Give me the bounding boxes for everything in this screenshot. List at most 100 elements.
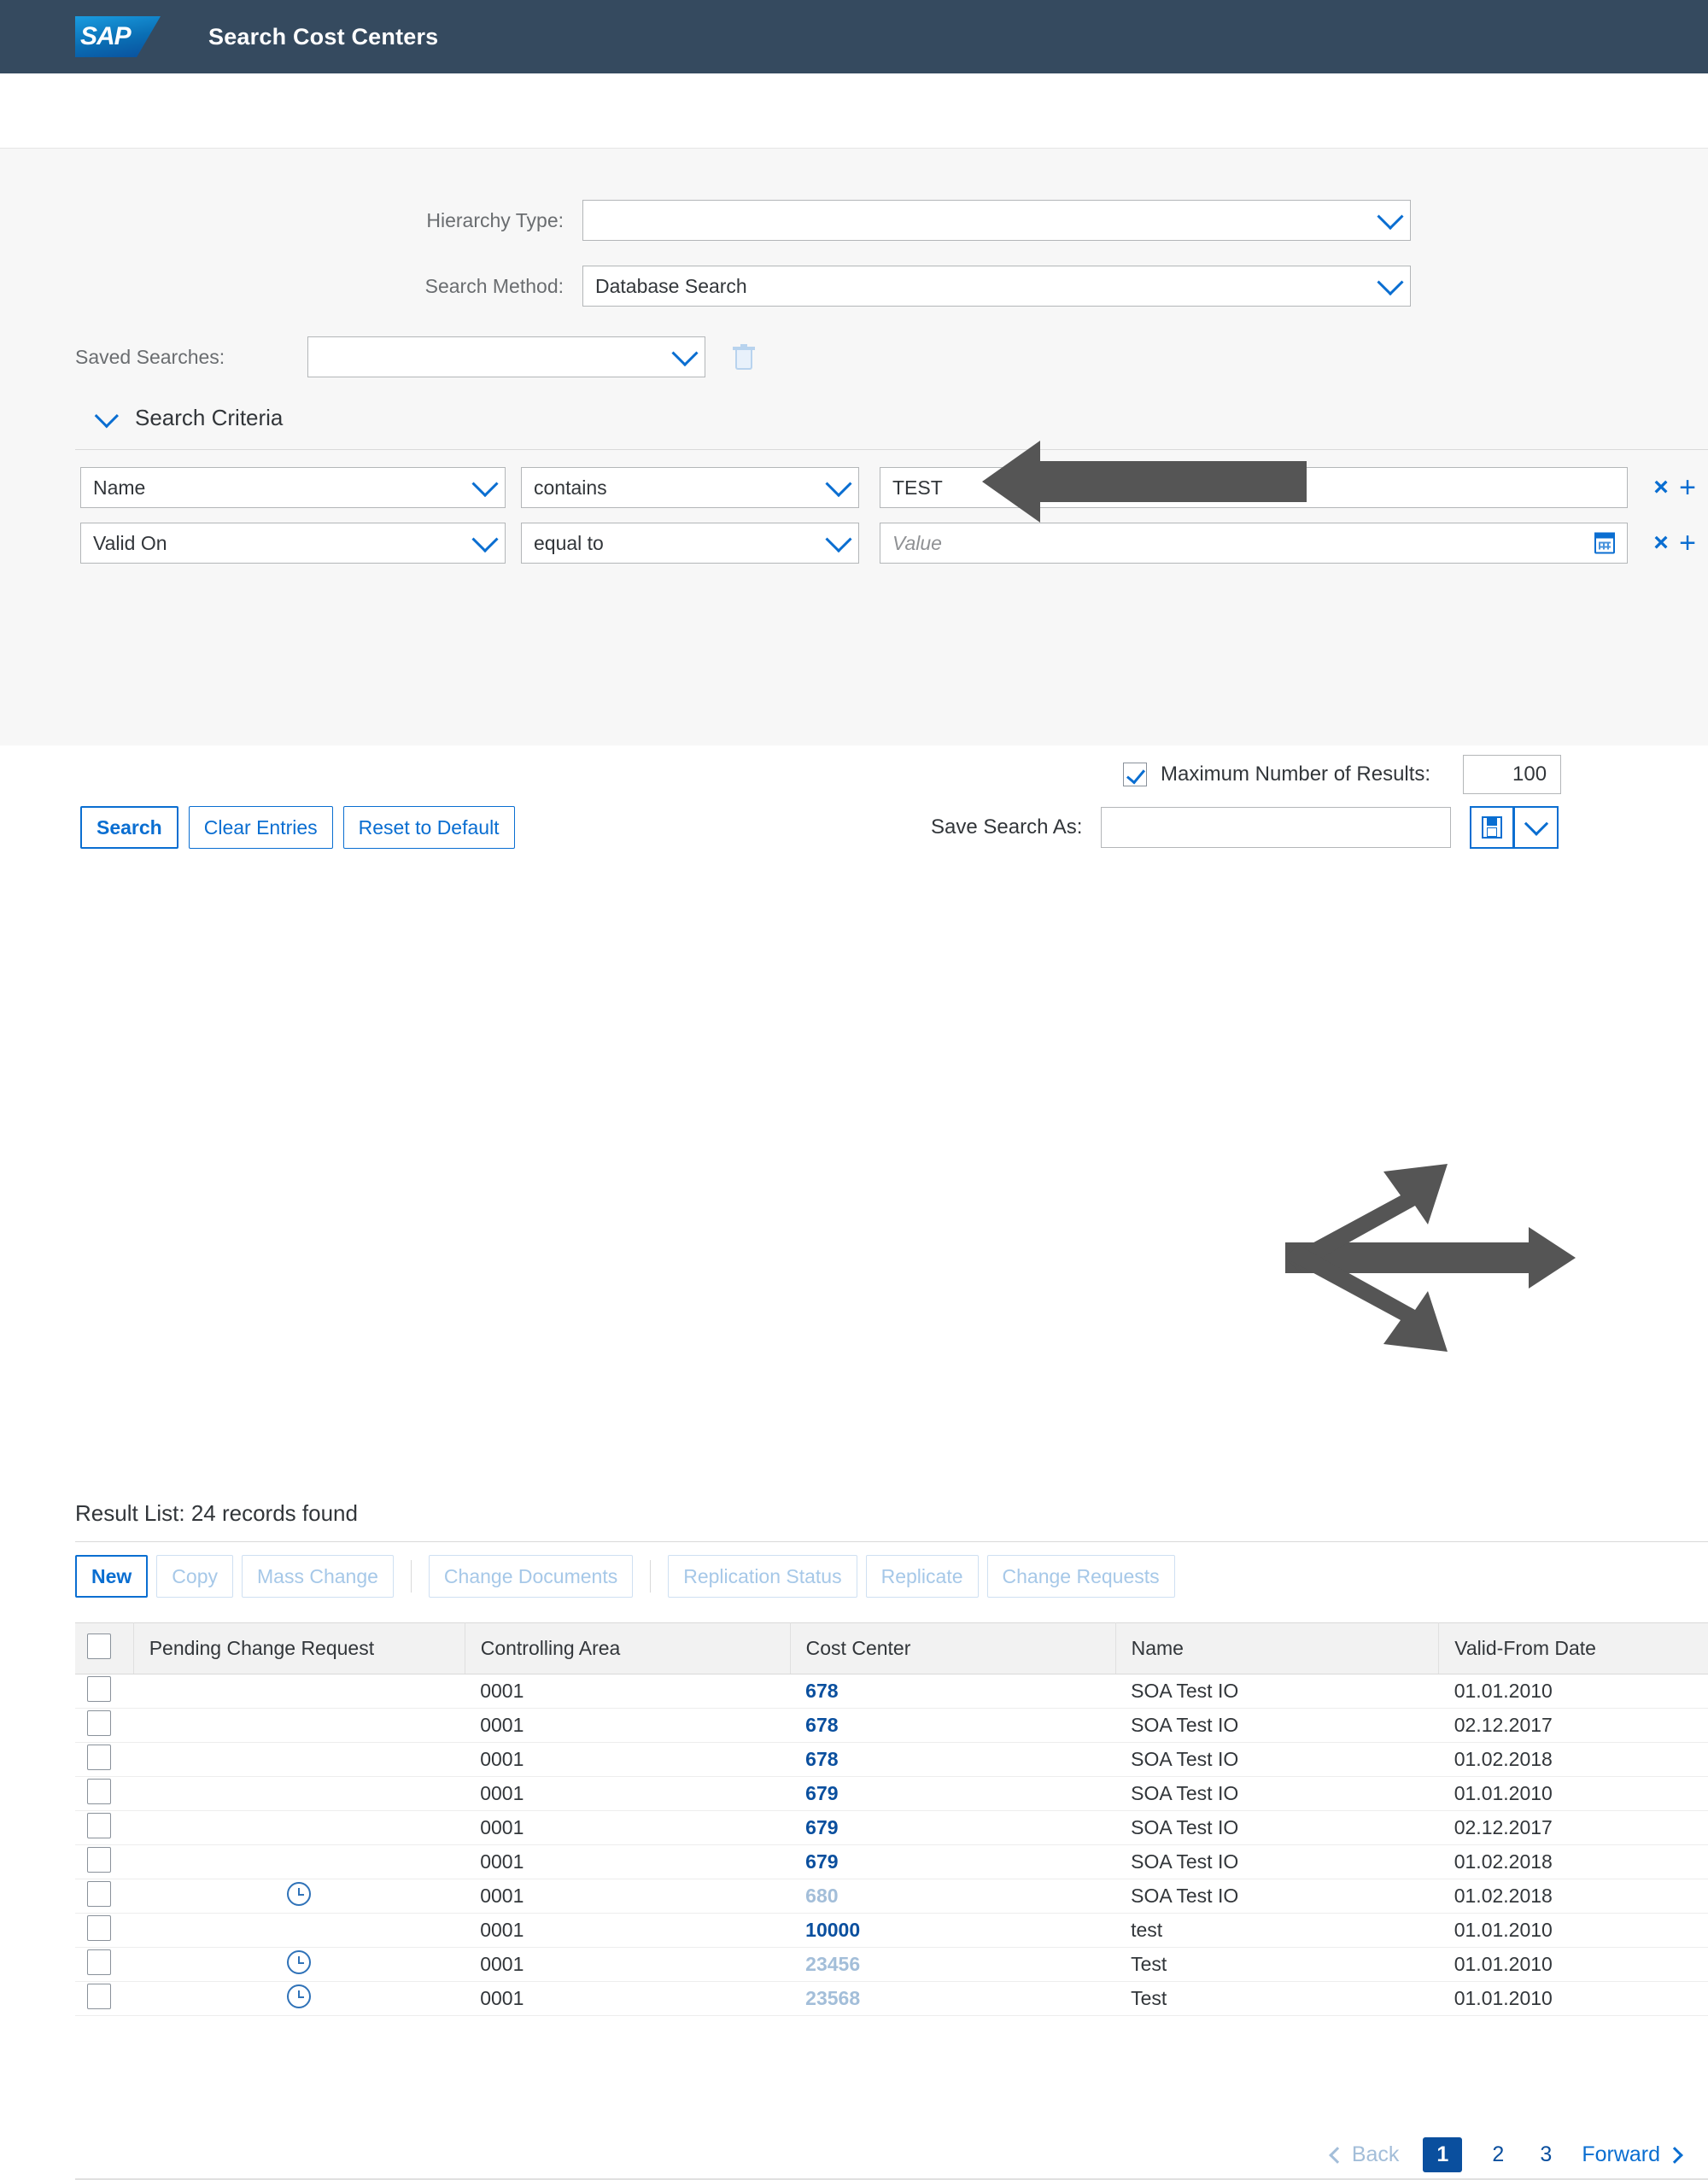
clear-entries-button[interactable]: Clear Entries <box>188 806 333 849</box>
pending-clock-icon[interactable] <box>287 1881 312 1906</box>
criteria-value-input-1[interactable]: TEST <box>880 467 1628 508</box>
table-row[interactable]: 0001 679 SOA Test IO 02.12.2017 <box>75 1810 1708 1845</box>
cost-center-link[interactable]: 678 <box>805 1680 838 1702</box>
cell-pending-change-request <box>133 1708 465 1743</box>
cell-valid-from-date: 01.01.2010 <box>1438 1674 1708 1709</box>
table-row[interactable]: 0001 678 SOA Test IO 02.12.2017 <box>75 1708 1708 1743</box>
annotation-arrow-result-rows <box>1285 1164 1576 1352</box>
copy-button[interactable]: Copy <box>156 1555 233 1598</box>
cell-cost-center[interactable]: 678 <box>790 1742 1116 1777</box>
row-checkbox[interactable] <box>87 1812 111 1838</box>
table-body: 0001 678 SOA Test IO 01.01.2010 0001 678 SOA T… <box>75 1674 1708 2016</box>
table-row[interactable]: 0001 680 SOA Test IO 01.02.2018 <box>75 1879 1708 1914</box>
search-criteria-toggle[interactable]: Search Criteria <box>94 403 283 431</box>
criteria-field-select-2[interactable]: Valid On <box>80 523 506 564</box>
table-row[interactable]: 0001 679 SOA Test IO 01.02.2018 <box>75 1844 1708 1879</box>
cell-cost-center[interactable]: 679 <box>790 1844 1116 1879</box>
pagination-page-1[interactable]: 1 <box>1423 2137 1463 2172</box>
pending-clock-icon[interactable] <box>287 1984 312 2008</box>
hierarchy-type-select[interactable] <box>582 200 1411 241</box>
add-criteria-button-2[interactable]: + <box>1674 529 1701 558</box>
pagination-page-2[interactable]: 2 <box>1486 2142 1510 2167</box>
search-method-select[interactable]: Database Search <box>582 266 1411 307</box>
criteria-operator-value-2: equal to <box>534 531 604 554</box>
column-header-pending-change-request[interactable]: Pending Change Request <box>133 1622 465 1674</box>
cost-center-link[interactable]: 10000 <box>805 1919 860 1941</box>
save-search-input[interactable] <box>1101 807 1452 848</box>
pagination-back-button[interactable]: Back <box>1328 2142 1400 2167</box>
result-list-title: Result List: 24 records found <box>75 1500 358 1526</box>
calendar-icon[interactable] <box>1594 532 1615 554</box>
cost-center-link[interactable]: 23568 <box>805 1987 860 2009</box>
remove-criteria-button-2[interactable]: × <box>1648 530 1674 556</box>
cost-center-link[interactable]: 680 <box>805 1885 838 1907</box>
pending-clock-icon[interactable] <box>287 1949 312 1974</box>
remove-criteria-button-1[interactable]: × <box>1648 475 1674 500</box>
pagination-page-3[interactable]: 3 <box>1534 2142 1558 2167</box>
row-select-cell <box>75 1913 134 1948</box>
row-checkbox[interactable] <box>87 1778 111 1804</box>
replication-status-button[interactable]: Replication Status <box>668 1555 857 1598</box>
row-checkbox[interactable] <box>87 1744 111 1770</box>
max-results-input[interactable]: 100 <box>1463 755 1562 794</box>
row-checkbox[interactable] <box>87 1914 111 1941</box>
select-all-checkbox[interactable] <box>87 1633 111 1659</box>
cell-pending-change-request <box>133 1981 465 2016</box>
change-requests-button[interactable]: Change Requests <box>986 1555 1175 1598</box>
toolbar-separator <box>410 1560 412 1593</box>
cell-cost-center[interactable]: 678 <box>790 1708 1116 1743</box>
cell-cost-center[interactable]: 23568 <box>790 1981 1116 2016</box>
cost-center-link[interactable]: 678 <box>805 1748 838 1770</box>
column-header-controlling-area[interactable]: Controlling Area <box>465 1622 791 1674</box>
row-checkbox[interactable] <box>87 1846 111 1873</box>
cell-name: SOA Test IO <box>1115 1742 1439 1777</box>
criteria-operator-select-2[interactable]: equal to <box>521 523 859 564</box>
new-button[interactable]: New <box>75 1555 149 1598</box>
table-row[interactable]: 0001 23568 Test 01.01.2010 <box>75 1981 1708 2016</box>
row-checkbox[interactable] <box>87 1675 111 1702</box>
column-header-name[interactable]: Name <box>1115 1622 1440 1674</box>
cell-cost-center[interactable]: 679 <box>790 1810 1116 1845</box>
cost-center-link[interactable]: 679 <box>805 1816 838 1838</box>
criteria-value-input-2[interactable]: Value <box>880 523 1628 564</box>
table-row[interactable]: 0001 23456 Test 01.01.2010 <box>75 1947 1708 1982</box>
cell-cost-center[interactable]: 678 <box>790 1674 1116 1709</box>
max-results-checkbox[interactable] <box>1123 763 1147 786</box>
row-checkbox[interactable] <box>87 1880 111 1907</box>
criteria-field-select-1[interactable]: Name <box>80 467 506 508</box>
cost-center-link[interactable]: 23456 <box>805 1953 860 1975</box>
cell-cost-center[interactable]: 680 <box>790 1879 1116 1914</box>
pagination-forward-button[interactable]: Forward <box>1582 2142 1683 2167</box>
table-row[interactable]: 0001 10000 test 01.01.2010 <box>75 1913 1708 1948</box>
search-button[interactable]: Search <box>80 806 178 849</box>
row-checkbox[interactable] <box>87 1983 111 2009</box>
column-header-cost-center[interactable]: Cost Center <box>790 1622 1116 1674</box>
saved-searches-select[interactable] <box>307 336 705 377</box>
column-header-valid-from-date[interactable]: Valid-From Date <box>1438 1622 1708 1674</box>
pagination-back-label: Back <box>1351 2142 1400 2166</box>
cell-cost-center[interactable]: 679 <box>790 1776 1116 1811</box>
row-select-cell <box>75 1879 134 1914</box>
cost-center-link[interactable]: 679 <box>805 1782 838 1804</box>
delete-saved-search-icon[interactable] <box>733 344 755 370</box>
save-search-menu-button[interactable] <box>1514 806 1559 849</box>
cell-name: SOA Test IO <box>1115 1844 1439 1879</box>
save-search-button[interactable] <box>1470 806 1515 849</box>
cost-center-link[interactable]: 679 <box>805 1850 838 1873</box>
mass-change-button[interactable]: Mass Change <box>242 1555 394 1598</box>
criteria-divider <box>75 449 1708 450</box>
add-criteria-button-1[interactable]: + <box>1674 473 1701 502</box>
criteria-operator-select-1[interactable]: contains <box>521 467 859 508</box>
table-row[interactable]: 0001 678 SOA Test IO 01.01.2010 <box>75 1674 1708 1709</box>
replicate-button[interactable]: Replicate <box>865 1555 979 1598</box>
table-row[interactable]: 0001 678 SOA Test IO 01.02.2018 <box>75 1742 1708 1777</box>
table-row[interactable]: 0001 679 SOA Test IO 01.01.2010 <box>75 1776 1708 1811</box>
reset-to-default-button[interactable]: Reset to Default <box>342 806 515 849</box>
cell-name: SOA Test IO <box>1115 1674 1439 1709</box>
change-documents-button[interactable]: Change Documents <box>428 1555 634 1598</box>
cost-center-link[interactable]: 678 <box>805 1714 838 1736</box>
row-checkbox[interactable] <box>87 1949 111 1975</box>
row-checkbox[interactable] <box>87 1710 111 1736</box>
cell-cost-center[interactable]: 10000 <box>790 1913 1116 1948</box>
cell-cost-center[interactable]: 23456 <box>790 1947 1116 1982</box>
